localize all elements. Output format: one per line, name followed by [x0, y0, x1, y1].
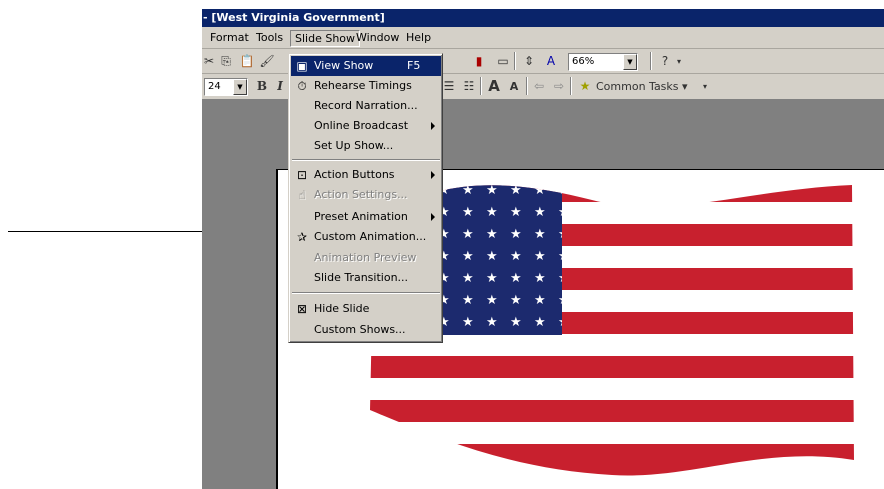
menu-item-slide-transition[interactable]: Slide Transition... [291, 268, 441, 288]
menu-format[interactable]: Format [206, 30, 253, 47]
font-size-combo[interactable]: 24 ▼ [204, 78, 248, 96]
chevron-down-icon[interactable]: ▼ [233, 79, 247, 95]
action-button-icon: ⊡ [296, 168, 308, 182]
zoom-value: 66% [572, 56, 595, 67]
toolbar-separator [514, 52, 516, 70]
submenu-arrow-icon [431, 213, 435, 221]
help-icon[interactable]: ? [656, 53, 674, 70]
submenu-arrow-icon [431, 122, 435, 130]
demote-icon[interactable]: ⇨ [550, 78, 568, 95]
promote-icon[interactable]: ⇦ [530, 78, 548, 95]
format-painter-icon[interactable]: 🖌 [258, 53, 276, 70]
toolbar-separator [480, 77, 482, 95]
expand-all-icon[interactable]: ⇕ [520, 53, 538, 70]
menu-separator [292, 292, 440, 294]
menu-item-set-up-show[interactable]: Set Up Show... [291, 136, 441, 156]
menu-separator [292, 159, 440, 161]
common-tasks-icon[interactable]: ★ [576, 78, 594, 95]
submenu-arrow-icon [431, 171, 435, 179]
menu-item-view-show[interactable]: ▣ View Show F5 [291, 56, 441, 76]
font-size-value: 24 [208, 81, 221, 92]
menu-item-action-settings: ☝ Action Settings... [291, 185, 441, 205]
zoom-combo[interactable]: 66% ▼ [568, 53, 638, 71]
toolbar-options-icon[interactable]: ▾ [700, 78, 710, 95]
title-bar: - [West Virginia Government] [202, 9, 884, 27]
bullets-icon[interactable]: ☷ [460, 78, 478, 95]
toolbar-separator [650, 52, 652, 70]
menu-tools[interactable]: Tools [252, 30, 287, 47]
toolbar-separator [570, 77, 572, 95]
chevron-down-icon[interactable]: ▼ [623, 54, 637, 70]
powerpoint-window: - [West Virginia Government] Format Tool… [202, 9, 884, 489]
paste-icon[interactable]: 📋 [238, 53, 256, 70]
menu-item-record-narration[interactable]: Record Narration... [291, 96, 441, 116]
insert-chart-icon[interactable]: ▮ [470, 53, 488, 70]
toolbar-separator [526, 77, 528, 95]
toolbar-options-icon[interactable]: ▾ [674, 53, 684, 70]
cut-icon[interactable]: ✂ [202, 53, 216, 70]
stopwatch-icon: ⏱ [297, 79, 307, 93]
copy-icon[interactable]: ⎘ [218, 53, 234, 70]
hide-slide-icon: ⊠ [296, 302, 308, 316]
window-title: - [West Virginia Government] [203, 11, 385, 24]
menu-item-rehearse-timings[interactable]: ⏱ Rehearse Timings [291, 76, 441, 96]
menu-help[interactable]: Help [402, 30, 435, 47]
menu-item-animation-preview: Animation Preview [314, 251, 417, 264]
menu-bar: Format Tools Slide Show Window Help [202, 27, 884, 49]
new-slide-icon[interactable]: ▭ [494, 53, 512, 70]
menu-item-online-broadcast[interactable]: Online Broadcast [291, 116, 441, 136]
show-formatting-icon[interactable]: A [542, 53, 560, 70]
menu-window[interactable]: Window [352, 30, 403, 47]
projector-icon: ▣ [296, 59, 308, 73]
menu-item-custom-shows[interactable]: Custom Shows... [291, 320, 441, 340]
menu-item-custom-animation[interactable]: ✰ Custom Animation... [291, 227, 441, 247]
menu-slide-show[interactable]: Slide Show [290, 30, 361, 47]
menu-item-action-buttons[interactable]: ⊡ Action Buttons [291, 165, 441, 185]
slide-show-menu: ▣ View Show F5 ⏱ Rehearse Timings Record… [288, 53, 443, 343]
animation-star-icon: ✰ [296, 230, 308, 244]
hand-pointer-icon: ☝ [298, 188, 306, 202]
menu-item-hide-slide[interactable]: ⊠ Hide Slide [291, 299, 441, 319]
decrease-font-size-icon[interactable]: A [506, 78, 522, 95]
bold-button[interactable]: B [254, 78, 270, 95]
italic-button[interactable]: I [272, 78, 288, 95]
menu-item-preset-animation[interactable]: Preset Animation [291, 207, 441, 227]
common-tasks-button[interactable]: Common Tasks ▾ [596, 78, 696, 95]
increase-font-size-icon[interactable]: A [484, 78, 504, 95]
